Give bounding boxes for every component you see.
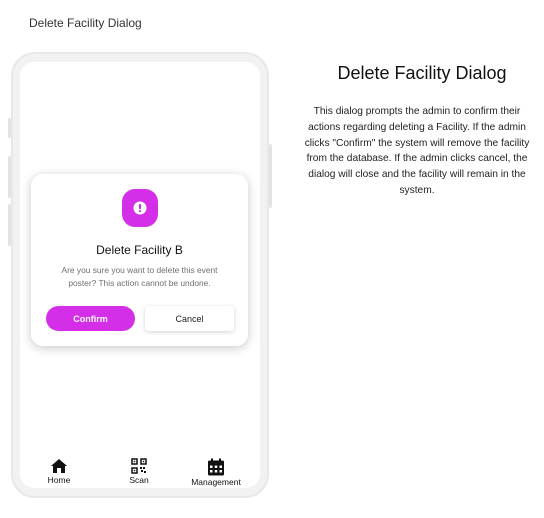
phone-screen: Delete Facility B Are you sure you want …: [20, 62, 260, 488]
dialog-title: Delete Facility B: [96, 243, 183, 257]
phone-power-button: [269, 144, 272, 208]
description-body: This dialog prompts the admin to confirm…: [304, 106, 530, 196]
nav-item-scan[interactable]: Scan: [104, 458, 174, 485]
calendar-icon: [208, 458, 224, 476]
phone-mockup: Delete Facility B Are you sure you want …: [8, 52, 272, 498]
frame-label: Delete Facility Dialog: [29, 16, 142, 30]
nav-item-home[interactable]: Home: [24, 458, 94, 485]
phone-side-button: [8, 204, 11, 246]
nav-label-management: Management: [191, 477, 241, 487]
alert-icon: [133, 201, 147, 215]
cancel-button[interactable]: Cancel: [145, 306, 234, 331]
phone-side-button: [8, 156, 11, 198]
phone-side-button: [8, 118, 11, 138]
nav-label-home: Home: [47, 475, 71, 485]
home-icon: [51, 459, 67, 473]
nav-label-scan: Scan: [129, 475, 149, 485]
confirm-button[interactable]: Confirm: [46, 306, 135, 331]
qr-scan-icon: [131, 458, 147, 474]
nav-item-management[interactable]: Management: [181, 458, 251, 487]
dialog-message: Are you sure you want to delete this eve…: [61, 265, 218, 288]
description-title: Delete Facility Dialog: [337, 63, 507, 83]
alert-icon-badge: [122, 189, 158, 227]
delete-facility-dialog: Delete Facility B Are you sure you want …: [31, 174, 248, 346]
